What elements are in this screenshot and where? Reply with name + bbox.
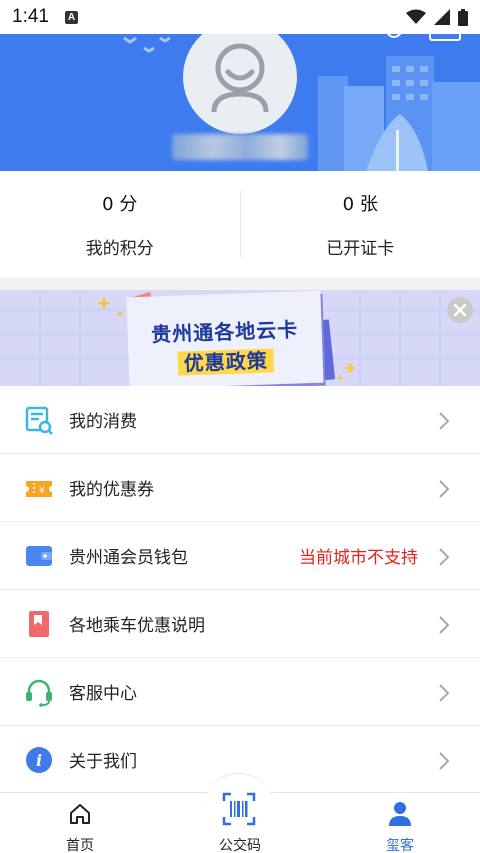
svg-text:i: i xyxy=(36,751,42,770)
wallet-unsupported-note: 当前城市不支持 xyxy=(299,548,418,568)
headset-icon xyxy=(24,677,54,707)
wallet-icon xyxy=(24,541,54,571)
status-time: 1:41 xyxy=(12,6,49,27)
menu-item-ride-discounts[interactable]: 各地乘车优惠说明 xyxy=(0,590,480,658)
cards-stat[interactable]: 0 张 已开证卡 xyxy=(241,171,480,277)
menu-item-consumption[interactable]: 我的消费 xyxy=(0,386,480,454)
bus-code-button[interactable] xyxy=(204,773,274,843)
menu-item-customer-service[interactable]: 客服中心 xyxy=(0,658,480,726)
points-value: 0 分 xyxy=(102,193,138,215)
nav-profile-label: 玺客 xyxy=(386,838,414,853)
profile-page: 1:41 A 0 分 我的积分 0 张 已开证卡 贵州通各地云卡 优惠政策 我的… xyxy=(0,0,480,853)
close-icon xyxy=(453,303,467,317)
cards-label: 已开证卡 xyxy=(326,238,395,259)
bookmark-icon xyxy=(24,609,54,639)
points-label: 我的积分 xyxy=(85,238,154,259)
cards-value: 0 张 xyxy=(342,193,378,215)
chevron-right-icon xyxy=(439,752,450,770)
menu-list: 我的消费 ¥ 我的优惠券 贵州通会员钱包 当前城市不支持 各地乘车优惠说明 客服… xyxy=(0,386,480,794)
user-icon xyxy=(389,802,411,826)
menu-label-consumption: 我的消费 xyxy=(69,412,137,432)
default-avatar-icon xyxy=(211,43,269,112)
wifi-icon xyxy=(406,9,426,24)
signal-icon xyxy=(434,9,450,25)
nav-profile[interactable]: 玺客 xyxy=(320,793,480,853)
status-bar: 1:41 A xyxy=(0,0,480,34)
nav-bus-code[interactable]: 公交码 xyxy=(160,773,320,853)
bottom-nav: 首页 公交码 玺客 xyxy=(0,773,480,853)
nav-home[interactable]: 首页 xyxy=(0,793,160,853)
chevron-right-icon xyxy=(439,412,450,430)
profile-header xyxy=(0,34,480,171)
chevron-right-icon xyxy=(439,480,450,498)
chevron-right-icon xyxy=(439,616,450,634)
banner-title-line2-text: 优惠政策 xyxy=(177,348,275,376)
menu-label-ride-discounts: 各地乘车优惠说明 xyxy=(69,616,205,636)
chevron-right-icon xyxy=(439,548,450,566)
menu-label-customer-service: 客服中心 xyxy=(69,684,137,704)
coupon-icon: ¥ xyxy=(24,473,54,503)
svg-text:¥: ¥ xyxy=(39,486,45,496)
chevron-right-icon xyxy=(439,684,450,702)
banner-title-line2: 优惠政策 xyxy=(128,343,323,379)
home-icon xyxy=(70,804,90,824)
menu-label-coupons: 我的优惠券 xyxy=(69,480,154,500)
menu-item-wallet[interactable]: 贵州通会员钱包 当前城市不支持 xyxy=(0,522,480,590)
consumption-icon xyxy=(24,405,54,435)
stats-panel: 0 分 我的积分 0 张 已开证卡 xyxy=(0,171,480,277)
nav-home-label: 首页 xyxy=(66,838,94,853)
battery-icon xyxy=(458,8,468,26)
notification-icon: A xyxy=(64,10,78,24)
banner-card: 贵州通各地云卡 优惠政策 xyxy=(126,290,324,386)
banner-close-button[interactable] xyxy=(447,297,473,323)
menu-item-coupons[interactable]: ¥ 我的优惠券 xyxy=(0,454,480,522)
status-icons xyxy=(406,8,468,26)
promo-banner[interactable]: 贵州通各地云卡 优惠政策 xyxy=(0,290,480,386)
menu-label-wallet: 贵州通会员钱包 xyxy=(69,548,188,568)
menu-label-about: 关于我们 xyxy=(69,752,137,772)
username-blurred xyxy=(172,134,308,160)
points-stat[interactable]: 0 分 我的积分 xyxy=(0,171,240,277)
info-icon: i xyxy=(24,745,54,775)
qr-scan-icon xyxy=(222,792,256,825)
nav-bus-code-label: 公交码 xyxy=(219,838,261,853)
